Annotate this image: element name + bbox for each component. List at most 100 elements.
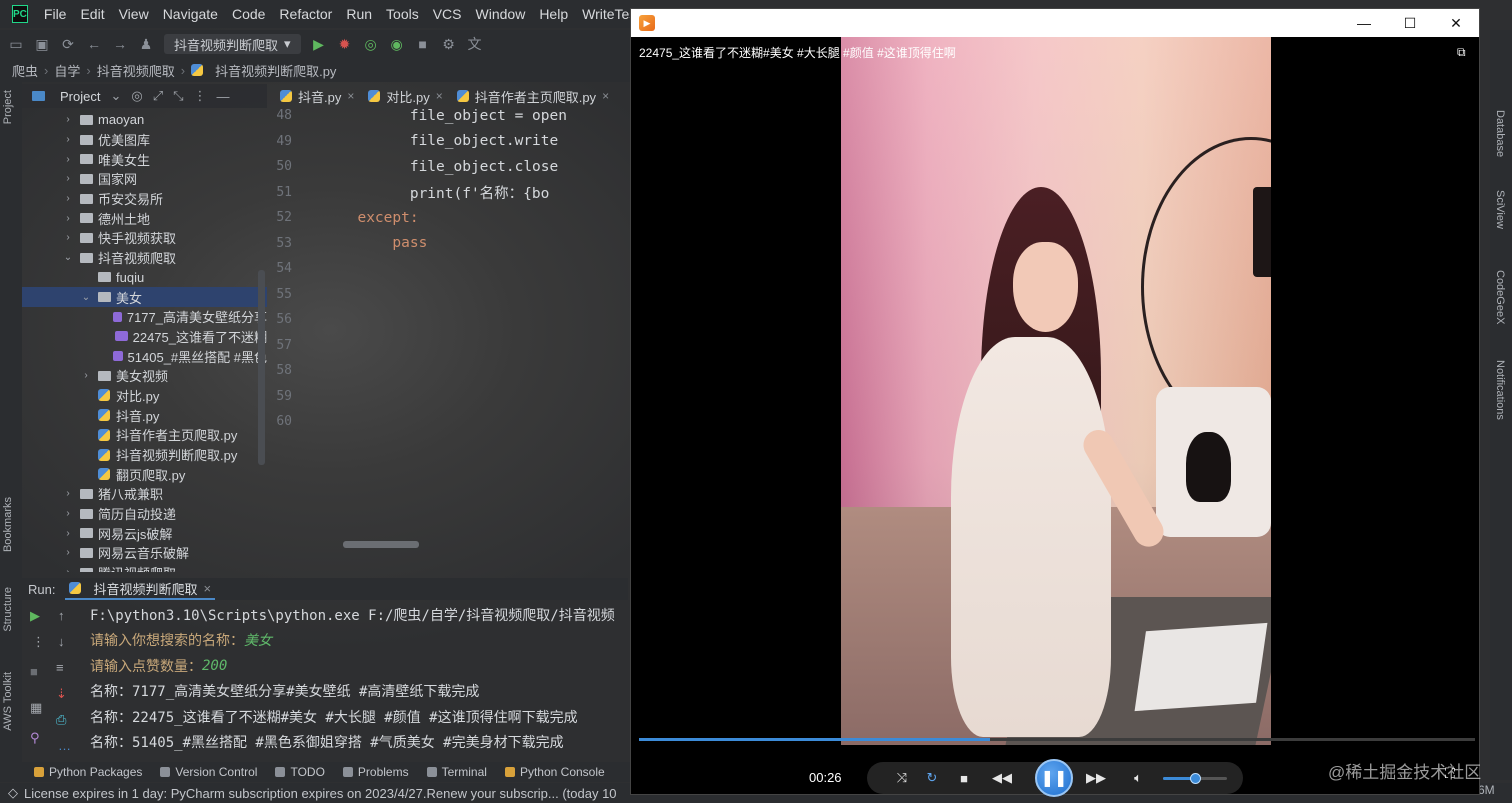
fast-forward-icon[interactable]: ▶▶ — [1085, 768, 1107, 788]
tree-item[interactable]: 对比.py — [22, 386, 267, 406]
tree-item[interactable]: › 优美图库 — [22, 130, 267, 150]
sciview-tool-tab[interactable]: SciView — [1494, 190, 1506, 229]
close-icon[interactable]: × — [203, 581, 211, 596]
bottom-tool-tab[interactable]: Python Console — [504, 765, 605, 779]
tree-item[interactable]: ⌄ 美女 — [22, 287, 267, 307]
license-status-text[interactable]: License expires in 1 day: PyCharm subscr… — [24, 786, 617, 801]
breadcrumb-item[interactable]: 爬虫 — [12, 61, 38, 80]
menu-run[interactable]: Run — [346, 6, 372, 22]
database-tool-tab[interactable]: Database — [1494, 110, 1506, 157]
menu-help[interactable]: Help — [539, 6, 568, 22]
chevron-right-icon[interactable]: › — [62, 528, 74, 539]
volume-slider-handle[interactable] — [1190, 773, 1201, 784]
tree-item[interactable]: 翻页爬取.py — [22, 464, 267, 484]
tree-item[interactable]: › 网易云js破解 — [22, 523, 267, 543]
video-frame[interactable] — [841, 37, 1271, 745]
tree-item[interactable]: › 简历自动投递 — [22, 504, 267, 524]
bookmarks-tool-tab[interactable]: Bookmarks — [2, 497, 14, 552]
debug-icon[interactable]: ✹ — [337, 36, 353, 53]
bug-settings-icon[interactable]: ⚙ — [441, 36, 457, 53]
close-button[interactable]: ✕ — [1433, 9, 1479, 37]
tree-item[interactable]: 51405_#黑丝搭配 #黑色 — [22, 346, 267, 366]
tree-item[interactable]: › 网易云音乐破解 — [22, 543, 267, 563]
save-all-icon[interactable]: ▣ — [34, 36, 50, 53]
breadcrumb-item[interactable]: 抖音视频爬取 — [97, 61, 175, 80]
stop-icon[interactable]: ■ — [953, 768, 975, 788]
maximize-button[interactable]: ☐ — [1387, 9, 1433, 37]
minimize-button[interactable]: — — [1341, 9, 1387, 37]
player-titlebar[interactable]: ▶ — ☐ ✕ — [631, 9, 1479, 37]
chevron-down-icon[interactable]: ⌄ — [62, 252, 74, 263]
memory-indicator[interactable]: 6M — [1478, 783, 1495, 797]
chevron-right-icon[interactable]: › — [62, 508, 74, 519]
tree-item[interactable]: 22475_这谁看了不迷糊 — [22, 327, 267, 347]
chevron-right-icon[interactable]: › — [62, 232, 74, 243]
bottom-tool-tab[interactable]: Problems — [342, 765, 409, 779]
more-icon[interactable]: ⋮ — [32, 634, 45, 650]
pause-button[interactable]: ❚❚ — [1035, 759, 1073, 797]
bottom-tool-tab[interactable]: Python Packages — [34, 765, 142, 779]
tree-item[interactable]: › maoyan — [22, 110, 267, 130]
tree-item[interactable]: › 德州土地 — [22, 208, 267, 228]
volume-slider[interactable] — [1163, 773, 1227, 784]
profile-icon[interactable]: ◉ — [389, 36, 405, 53]
open-folder-icon[interactable]: ▭ — [8, 36, 24, 53]
loop-icon[interactable]: ↻ — [921, 768, 943, 788]
rerun-icon[interactable]: ▶ — [30, 608, 40, 624]
tree-item[interactable]: fuqiu — [22, 268, 267, 288]
volume-icon[interactable]: 🔈︎ — [1127, 768, 1149, 788]
print-icon[interactable]: ⎙ — [56, 712, 66, 728]
tree-item[interactable]: › 币安交易所 — [22, 189, 267, 209]
users-icon[interactable]: ♟ — [138, 36, 154, 53]
aws-toolkit-tool-tab[interactable]: AWS Toolkit — [2, 672, 14, 731]
bottom-tool-tab[interactable]: Version Control — [160, 765, 257, 779]
ellipsis-icon[interactable]: … — [58, 738, 71, 753]
chevron-right-icon[interactable]: › — [62, 547, 74, 558]
shuffle-icon[interactable]: ⤨ — [891, 768, 913, 788]
translate-icon[interactable]: 文 — [467, 34, 483, 54]
chevron-right-icon[interactable]: › — [62, 488, 74, 499]
run-console-output[interactable]: F:\python3.10\Scripts\python.exe F:/爬虫/自… — [90, 602, 628, 760]
layout-icon[interactable]: ▦ — [30, 700, 42, 716]
tree-item[interactable]: 抖音视频判断爬取.py — [22, 445, 267, 465]
tree-item[interactable]: 7177_高清美女壁纸分享 — [22, 307, 267, 327]
menu-refactor[interactable]: Refactor — [279, 6, 332, 22]
chevron-right-icon[interactable]: › — [62, 193, 74, 204]
target-icon[interactable]: ◎ — [131, 88, 142, 104]
chevron-down-icon[interactable]: ⌄ — [110, 88, 121, 104]
expand-all-icon[interactable]: ⤢ — [153, 88, 163, 104]
tree-item[interactable]: › 猪八戒兼职 — [22, 484, 267, 504]
bottom-tool-tab[interactable]: TODO — [275, 765, 325, 779]
tree-item[interactable]: › 唯美女生 — [22, 149, 267, 169]
tree-item[interactable]: › 美女视频 — [22, 366, 267, 386]
tree-item[interactable]: 抖音.py — [22, 405, 267, 425]
chevron-right-icon[interactable]: › — [62, 114, 74, 125]
more-options-icon[interactable]: ⋮ — [194, 88, 207, 104]
back-arrow-icon[interactable]: ← — [86, 36, 102, 52]
hide-panel-icon[interactable]: — — [217, 89, 230, 104]
code-editor[interactable]: file_object = open file_object.write fil… — [340, 103, 625, 433]
coverage-icon[interactable]: ◎ — [363, 36, 379, 53]
tree-item[interactable]: ⌄ 抖音视频爬取 — [22, 248, 267, 268]
run-icon[interactable]: ▶ — [311, 36, 327, 53]
chevron-right-icon[interactable]: › — [62, 213, 74, 224]
run-tab[interactable]: 抖音视频判断爬取 × — [65, 578, 216, 600]
notifications-tool-tab[interactable]: Notifications — [1494, 360, 1506, 420]
menu-view[interactable]: View — [119, 6, 149, 22]
breadcrumb-item[interactable]: 抖音视频判断爬取.py — [215, 61, 336, 80]
scroll-up-icon[interactable]: ↑ — [58, 608, 65, 623]
breadcrumb-item[interactable]: 自学 — [54, 61, 80, 80]
project-title[interactable]: Project — [60, 89, 100, 104]
codegeex-tool-tab[interactable]: CodeGeeX — [1494, 270, 1506, 324]
menu-navigate[interactable]: Navigate — [163, 6, 218, 22]
chevron-down-icon[interactable]: ⌄ — [80, 292, 92, 303]
menu-window[interactable]: Window — [476, 6, 526, 22]
collapse-all-icon[interactable]: ⤡ — [173, 88, 183, 104]
seek-bar[interactable] — [639, 738, 1475, 741]
chevron-right-icon[interactable]: › — [62, 567, 74, 572]
chevron-right-icon[interactable]: › — [80, 370, 92, 381]
chevron-right-icon[interactable]: › — [62, 173, 74, 184]
scroll-down-icon[interactable]: ↓ — [58, 634, 65, 649]
menu-vcs[interactable]: VCS — [433, 6, 462, 22]
chevron-right-icon[interactable]: › — [62, 134, 74, 145]
